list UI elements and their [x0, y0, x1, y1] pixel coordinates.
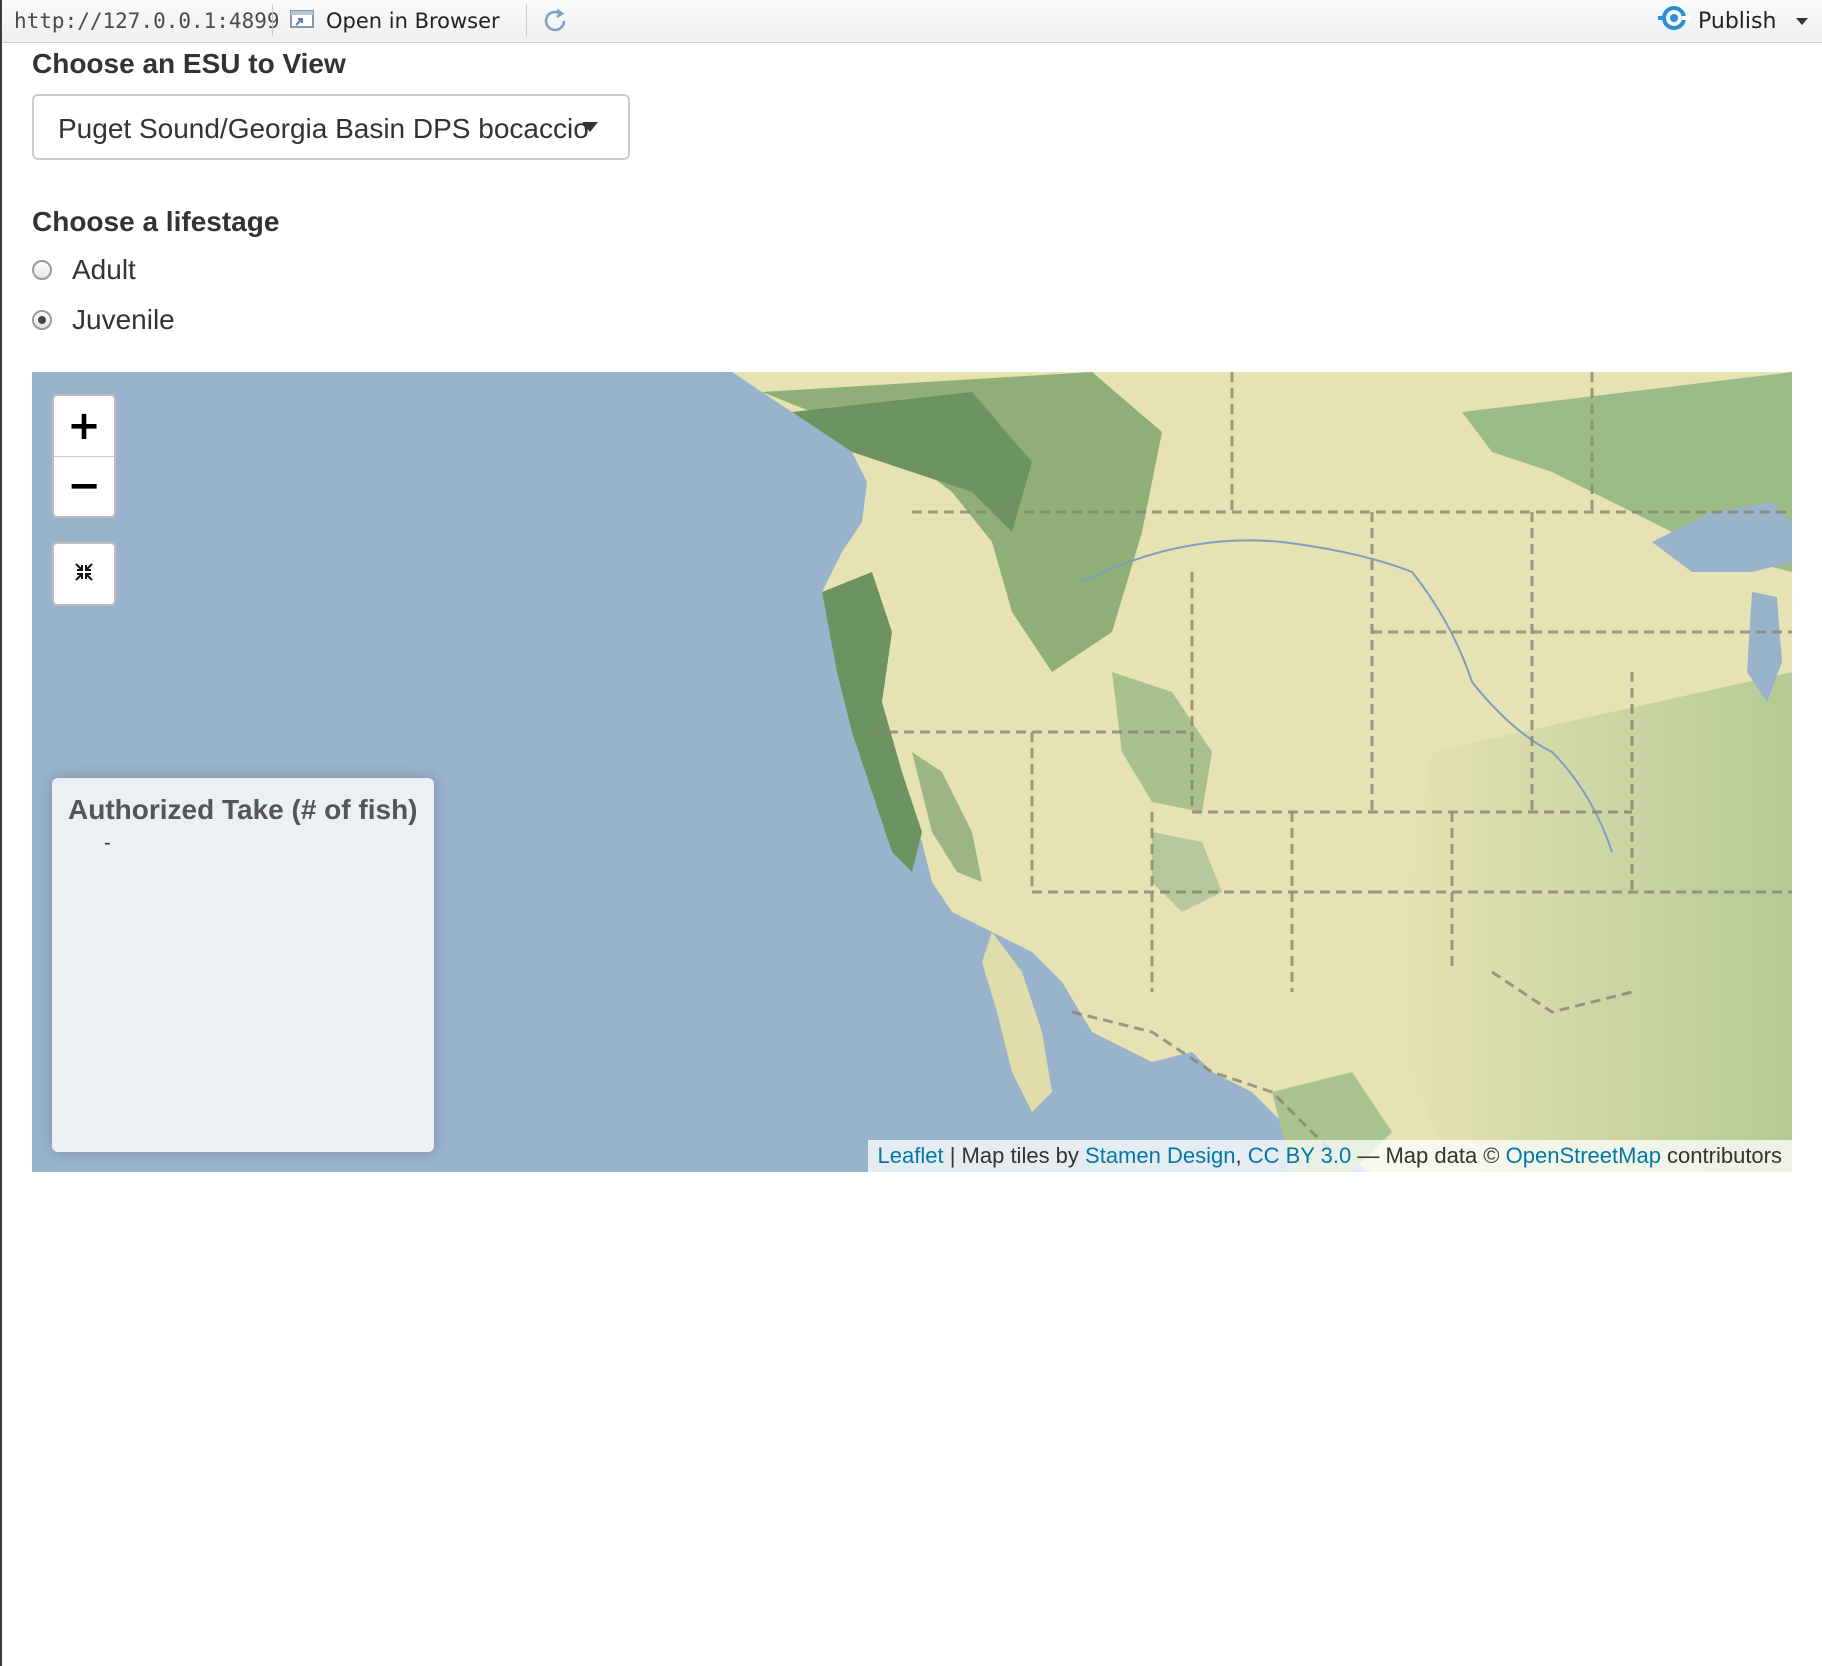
- publish-menu-caret-icon[interactable]: [1792, 12, 1812, 32]
- open-in-browser-label: Open in Browser: [326, 9, 500, 33]
- window-edge: [0, 0, 2, 1666]
- attribution-text: — Map data ©: [1351, 1143, 1506, 1168]
- radio-button[interactable]: [32, 260, 52, 280]
- collapse-arrows-icon: [74, 562, 94, 587]
- zoom-out-button[interactable]: −: [54, 456, 114, 516]
- radio-option-juvenile[interactable]: Juvenile: [32, 304, 175, 336]
- esu-label: Choose an ESU to View: [32, 48, 346, 79]
- viewer-toolbar: http://127.0.0.1:4899 Open in Browser Pu…: [2, 0, 1822, 43]
- attribution-text: contributors: [1660, 1143, 1782, 1168]
- esu-select[interactable]: Puget Sound/Georgia Basin DPS bocaccio: [32, 94, 630, 160]
- attribution-text: | Map tiles by: [943, 1143, 1086, 1168]
- osm-link[interactable]: OpenStreetMap: [1506, 1143, 1661, 1169]
- publish-button[interactable]: Publish: [1658, 6, 1776, 36]
- radio-option-adult[interactable]: Adult: [32, 254, 136, 286]
- url-text: http://127.0.0.1:4899: [14, 9, 280, 33]
- zoom-control: + −: [52, 394, 116, 518]
- radio-label-adult: Adult: [72, 254, 136, 285]
- refresh-icon[interactable]: [540, 6, 570, 36]
- lifestage-label: Choose a lifestage: [32, 206, 280, 237]
- legend-entry: -: [104, 832, 111, 854]
- open-window-icon: [288, 7, 316, 36]
- leaflet-map[interactable]: + − Authorized Take (# of fish) - Leafle…: [32, 372, 1792, 1172]
- zoom-in-button[interactable]: +: [54, 396, 114, 457]
- license-link[interactable]: CC BY 3.0: [1248, 1143, 1352, 1169]
- toolbar-divider: [526, 4, 527, 36]
- esu-select-value: Puget Sound/Georgia Basin DPS bocaccio: [58, 113, 589, 144]
- toolbar-divider: [272, 4, 273, 36]
- map-attribution: Leaflet | Map tiles by Stamen Design , C…: [867, 1140, 1792, 1172]
- attribution-text: ,: [1235, 1143, 1248, 1168]
- open-in-browser-button[interactable]: Open in Browser: [288, 6, 500, 36]
- map-legend: Authorized Take (# of fish) -: [52, 778, 434, 1152]
- leaflet-link[interactable]: Leaflet: [878, 1143, 944, 1169]
- radio-button-selected[interactable]: [32, 310, 52, 330]
- publish-icon: [1658, 3, 1690, 39]
- reset-view-button[interactable]: [52, 542, 116, 606]
- publish-label: Publish: [1698, 8, 1777, 34]
- radio-label-juvenile: Juvenile: [72, 304, 175, 335]
- stamen-link[interactable]: Stamen Design: [1085, 1143, 1235, 1169]
- legend-title: Authorized Take (# of fish): [68, 794, 418, 825]
- chevron-down-icon: [582, 122, 598, 132]
